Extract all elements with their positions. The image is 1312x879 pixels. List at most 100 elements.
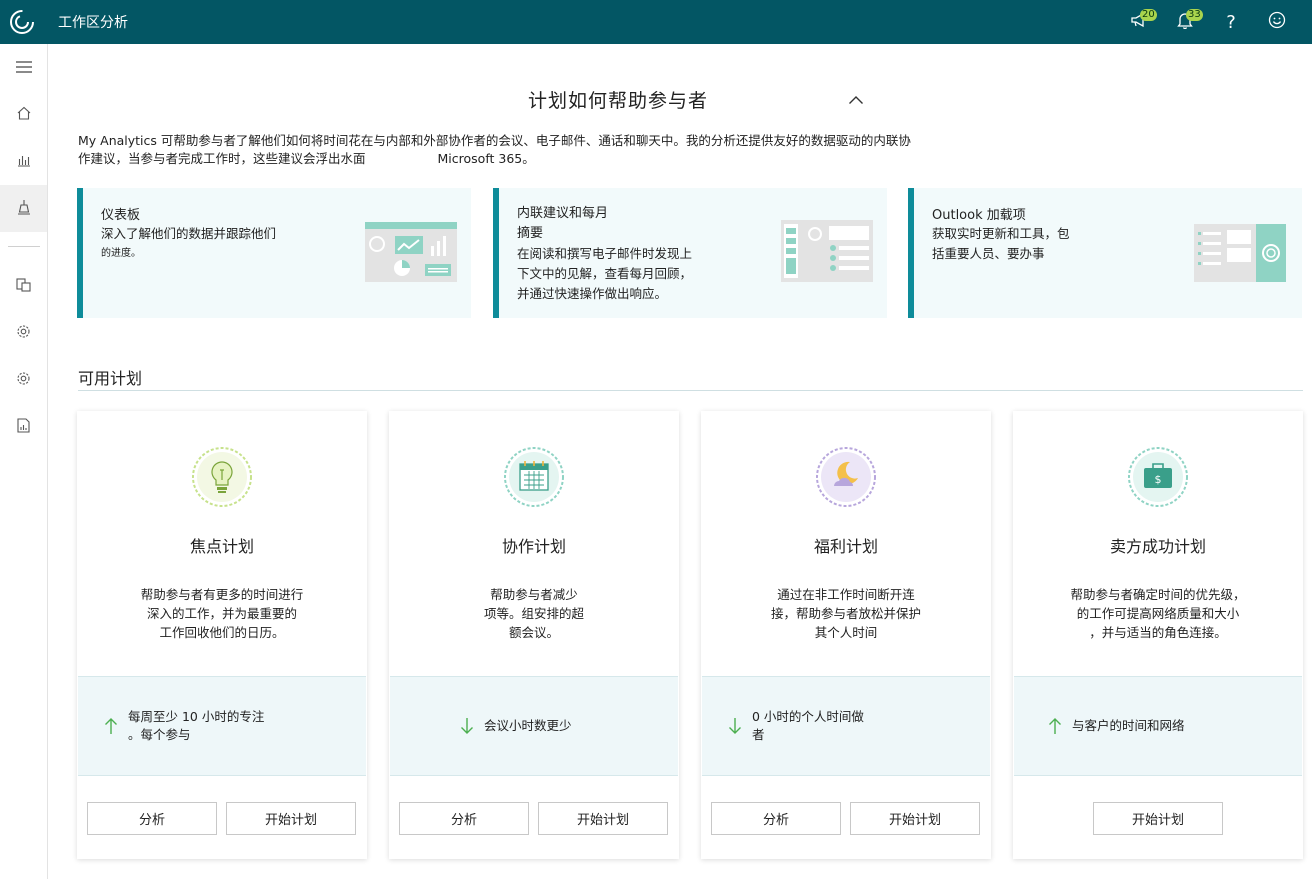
start-plan-button[interactable]: 开始计划 bbox=[226, 802, 356, 835]
data-sources-icon bbox=[16, 277, 31, 296]
nav-settings[interactable] bbox=[0, 310, 47, 357]
feature-title: 内联建议和每月 bbox=[517, 206, 609, 221]
feature-title: Outlook 加载项 bbox=[932, 208, 1026, 223]
announcements-button[interactable]: 20 bbox=[1116, 0, 1162, 44]
intro-line-2-suffix: Microsoft 365。 bbox=[437, 151, 535, 166]
left-nav bbox=[0, 44, 48, 879]
plan-metric: 0 小时的个人时间做 者 bbox=[702, 676, 990, 776]
available-plans-heading: 可用计划 bbox=[78, 369, 143, 388]
plan-metric-line: 者 bbox=[752, 727, 765, 742]
nav-home[interactable] bbox=[0, 91, 47, 138]
intro-line-1: My Analytics 可帮助参与者了解他们如何将时间花在与内部和外部协作者的… bbox=[78, 133, 911, 148]
feature-desc-line: 在阅读和撰写电子邮件时发现上 bbox=[517, 246, 693, 261]
plan-desc-line: 通过在非工作时间断开连 bbox=[777, 587, 915, 602]
arrow-down-icon bbox=[460, 717, 480, 735]
feature-card-outlook-addin: Outlook 加载项 获取实时更新和工具，包 括重要人员、要办事 bbox=[908, 188, 1302, 318]
hamburger-icon bbox=[15, 58, 32, 77]
start-plan-button[interactable]: 开始计划 bbox=[1093, 802, 1223, 835]
plan-desc-line: 帮助参与者确定时间的优先级， bbox=[1070, 587, 1246, 602]
feature-desc-line: 获取实时更新和工具，包 bbox=[932, 226, 1070, 241]
workplace-analytics-logo-icon[interactable] bbox=[0, 0, 44, 44]
bar-chart-icon bbox=[17, 152, 31, 171]
plan-desc-line: ，并与适当的角色连接。 bbox=[1089, 625, 1227, 640]
report-icon bbox=[17, 418, 30, 437]
plan-name: 协作计划 bbox=[501, 537, 566, 556]
analyze-button[interactable]: 分析 bbox=[87, 802, 217, 835]
hero-title: 计划如何帮助参与者 bbox=[528, 90, 709, 112]
lightbulb-icon bbox=[191, 446, 253, 508]
analyze-button[interactable]: 分析 bbox=[711, 802, 841, 835]
plan-desc-line: 项等。组安排的超 bbox=[483, 606, 584, 621]
nav-analyze[interactable] bbox=[0, 138, 47, 185]
plan-desc-line: 其个人时间 bbox=[814, 625, 878, 640]
plan-metric-line: 。每个参与 bbox=[128, 727, 191, 742]
feature-desc-line: 并通过快速操作做出响应。 bbox=[517, 286, 668, 301]
nav-divider bbox=[7, 246, 40, 247]
feature-title: 仪表板 bbox=[101, 208, 141, 223]
nav-reports[interactable] bbox=[0, 404, 47, 451]
dashboard-illustration bbox=[365, 222, 457, 286]
home-icon bbox=[17, 105, 31, 124]
plan-metric: 与客户的时间和网络 bbox=[1014, 676, 1302, 776]
plan-desc-line: 工作回收他们的日历。 bbox=[159, 625, 285, 640]
nav-data-sources[interactable] bbox=[0, 263, 47, 310]
nav-admin-settings[interactable] bbox=[0, 357, 47, 404]
plan-metric-line: 与客户的时间和网络 bbox=[1072, 718, 1185, 733]
plan-name: 福利计划 bbox=[813, 537, 878, 556]
feature-title-line-2: 摘要 bbox=[517, 226, 544, 241]
announcements-count-badge: 20 bbox=[1140, 9, 1157, 21]
plan-metric: 每周至少 10 小时的专注 。每个参与 bbox=[78, 676, 366, 776]
feature-desc-line: 的进度。 bbox=[101, 248, 141, 259]
plan-metric-line: 每周至少 10 小时的专注 bbox=[128, 709, 265, 724]
feature-desc-line: 深入了解他们的数据并跟踪他们 bbox=[101, 226, 277, 241]
plan-card-seller-success: $ 卖方成功计划 帮助参与者确定时间的优先级， 的工作可提高网络质量和大小 ，并… bbox=[1013, 411, 1303, 859]
help-button[interactable]: ? bbox=[1208, 0, 1254, 44]
plan-metric-line: 会议小时数更少 bbox=[484, 718, 572, 733]
analyze-button[interactable]: 分析 bbox=[399, 802, 529, 835]
admin-gear-icon bbox=[16, 371, 31, 390]
arrow-up-icon bbox=[1048, 717, 1068, 735]
feature-card-dashboard: 仪表板 深入了解他们的数据并跟踪他们 的进度。 bbox=[77, 188, 471, 318]
plan-card-focus: 焦点计划 帮助参与者有更多的时间进行 深入的工作，并为最重要的 工作回收他们的日… bbox=[77, 411, 367, 859]
intro-line-2: 作建议，当参与者完成工作时，这些建议会浮出水面 bbox=[78, 151, 366, 166]
plan-card-wellbeing: 福利计划 通过在非工作时间断开连 接，帮助参与者放松并保护 其个人时间 0 小时… bbox=[701, 411, 991, 859]
notifications-count-badge: 33 bbox=[1186, 9, 1203, 21]
plans-icon bbox=[17, 199, 31, 219]
main-content: 计划如何帮助参与者 My Analytics 可帮助参与者了解他们如何将时间花在… bbox=[48, 44, 1312, 879]
gear-icon bbox=[16, 324, 31, 343]
collapse-button[interactable] bbox=[848, 90, 864, 109]
plan-name: 焦点计划 bbox=[189, 537, 254, 556]
inline-suggestions-illustration bbox=[781, 220, 873, 286]
menu-toggle-button[interactable] bbox=[0, 44, 47, 91]
top-bar: 工作区分析 20 33 ? bbox=[0, 0, 1312, 44]
plan-name: 卖方成功计划 bbox=[1109, 537, 1206, 556]
outlook-addin-illustration bbox=[1194, 224, 1286, 286]
start-plan-button[interactable]: 开始计划 bbox=[850, 802, 980, 835]
smiley-icon bbox=[1268, 11, 1286, 33]
plan-desc-line: 的工作可提高网络质量和大小 bbox=[1076, 606, 1240, 621]
briefcase-icon: $ bbox=[1127, 446, 1189, 508]
plan-card-collaboration: 协作计划 帮助参与者减少 项等。组安排的超 额会议。 会议小时数更少 分析 开始… bbox=[389, 411, 679, 859]
plan-desc-line: 额会议。 bbox=[508, 625, 559, 640]
feature-desc-line: 括重要人员、要办事 bbox=[932, 246, 1045, 261]
chevron-up-icon bbox=[848, 90, 864, 109]
notifications-button[interactable]: 33 bbox=[1162, 0, 1208, 44]
feature-card-inline-suggestions: 内联建议和每月 摘要 在阅读和撰写电子邮件时发现上 下文中的见解，查看每月回顾，… bbox=[493, 188, 887, 318]
arrow-up-icon bbox=[104, 717, 124, 735]
intro-text: My Analytics 可帮助参与者了解他们如何将时间花在与内部和外部协作者的… bbox=[78, 132, 948, 168]
plan-metric-line: 0 小时的个人时间做 bbox=[752, 709, 864, 724]
nav-plans[interactable] bbox=[0, 185, 47, 232]
arrow-down-icon bbox=[728, 717, 748, 735]
help-icon: ? bbox=[1226, 11, 1236, 33]
plan-desc-line: 帮助参与者减少 bbox=[490, 587, 578, 602]
plan-metric: 会议小时数更少 bbox=[390, 676, 678, 776]
section-divider bbox=[78, 390, 1303, 391]
moon-cloud-icon bbox=[815, 446, 877, 508]
feedback-button[interactable] bbox=[1254, 0, 1300, 44]
start-plan-button[interactable]: 开始计划 bbox=[538, 802, 668, 835]
calendar-icon bbox=[503, 446, 565, 508]
app-title: 工作区分析 bbox=[58, 15, 128, 31]
feature-desc-line: 下文中的见解，查看每月回顾， bbox=[517, 266, 693, 281]
plan-desc-line: 深入的工作，并为最重要的 bbox=[146, 606, 297, 621]
svg-text:$: $ bbox=[1155, 473, 1162, 486]
